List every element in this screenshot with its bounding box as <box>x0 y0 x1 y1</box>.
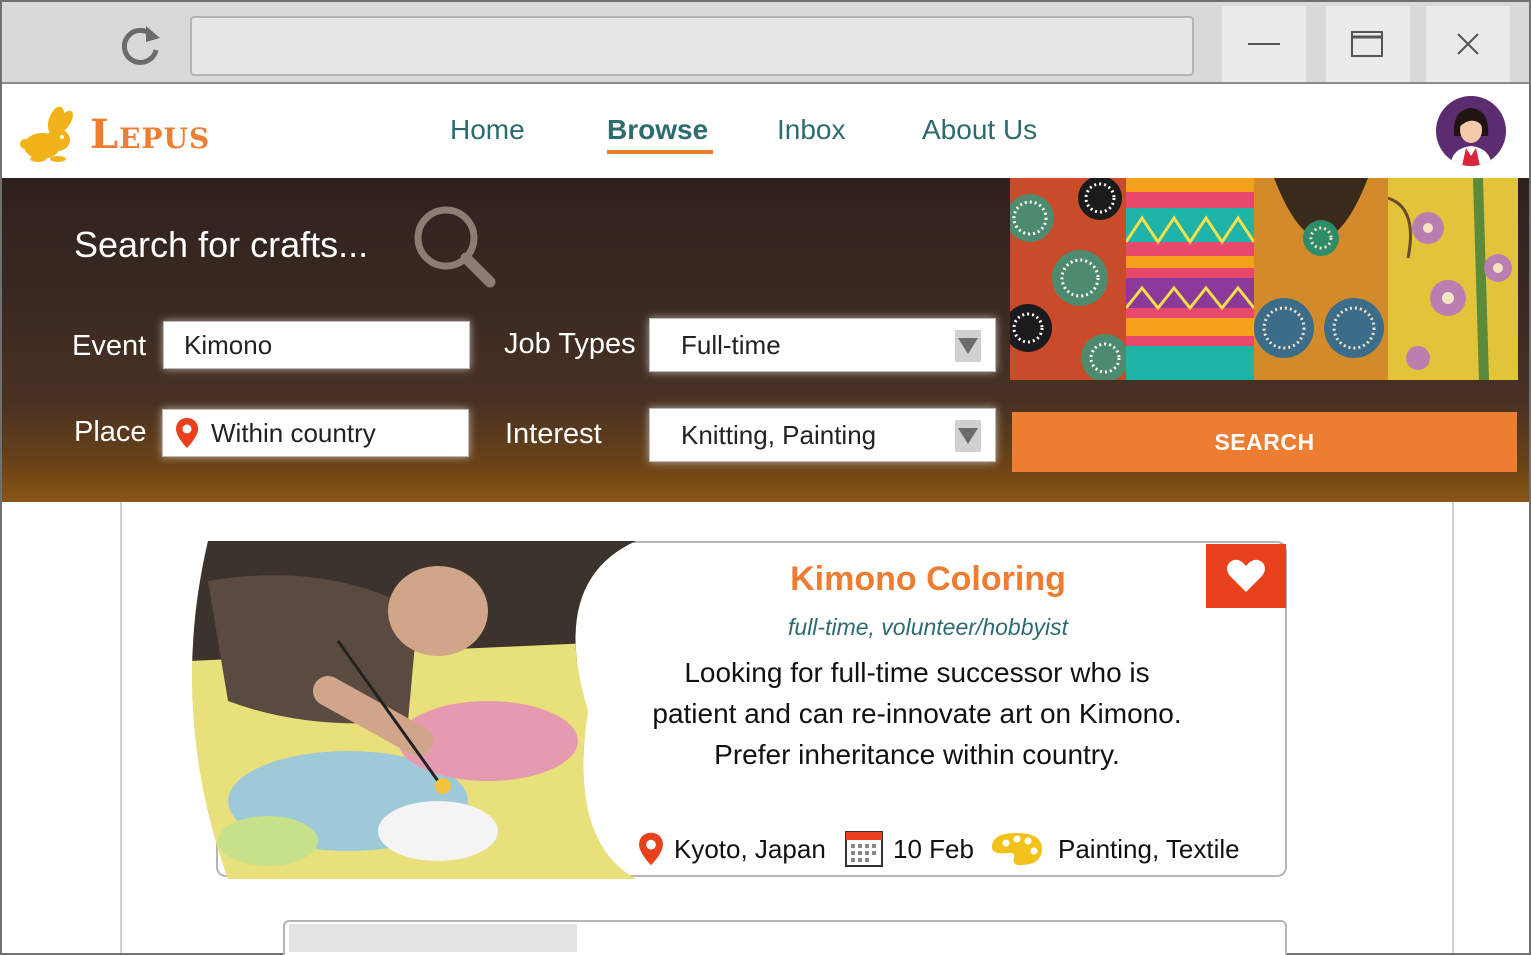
location-pin-icon <box>639 832 663 866</box>
listing-image-placeholder <box>289 924 577 952</box>
logo-text: Lepus <box>90 110 211 158</box>
listing-title[interactable]: Kimono Coloring <box>628 560 1228 599</box>
listing-description-line: Looking for full-time successor who is <box>684 657 1150 688</box>
search-button[interactable]: SEARCH <box>1012 412 1517 472</box>
listing-date-text: 10 Feb <box>893 833 974 864</box>
place-input[interactable]: Within country <box>162 409 469 457</box>
minimize-icon <box>1248 43 1280 45</box>
pattern-image <box>1010 178 1126 380</box>
listing-categories: Painting, Textile <box>990 826 1240 872</box>
close-button[interactable] <box>1426 6 1510 82</box>
job-types-select[interactable]: Full-time <box>649 318 996 372</box>
maximize-button[interactable] <box>1326 6 1410 82</box>
listing-date: 10 Feb <box>845 826 974 872</box>
rabbit-logo-icon <box>20 106 73 162</box>
nav-inbox[interactable]: Inbox <box>777 114 846 146</box>
pattern-image <box>1388 178 1518 380</box>
job-types-value: Full-time <box>681 329 781 360</box>
event-input[interactable]: Kimono <box>163 321 470 369</box>
search-icon[interactable] <box>410 202 500 292</box>
interest-value: Knitting, Painting <box>681 419 877 450</box>
pattern-image <box>1254 178 1388 380</box>
minimize-button[interactable] <box>1222 6 1306 82</box>
listing-description: Looking for full-time successor who is p… <box>612 652 1222 775</box>
location-pin-icon <box>176 418 198 448</box>
place-input-value: Within country <box>211 417 376 448</box>
listing-location-text: Kyoto, Japan <box>674 833 826 864</box>
calendar-icon <box>845 831 883 867</box>
nav-active-indicator <box>607 150 713 154</box>
interest-select[interactable]: Knitting, Painting <box>649 408 996 462</box>
browser-toolbar <box>2 2 1529 84</box>
listing-location: Kyoto, Japan <box>638 826 826 872</box>
listing-description-line: Prefer inheritance within country. <box>714 739 1120 770</box>
chevron-down-icon[interactable] <box>955 420 981 452</box>
listing-categories-text: Painting, Textile <box>1058 833 1240 864</box>
job-types-label: Job Types <box>504 328 636 360</box>
listing-card[interactable] <box>283 920 1287 955</box>
favorite-button[interactable] <box>1206 544 1286 608</box>
event-label: Event <box>72 330 147 362</box>
search-title: Search for crafts... <box>74 224 369 265</box>
address-bar[interactable] <box>190 16 1194 76</box>
reload-icon[interactable] <box>118 22 164 68</box>
user-avatar[interactable] <box>1436 96 1506 166</box>
listing-photo <box>192 541 636 879</box>
pattern-image <box>1126 178 1254 380</box>
interest-label: Interest <box>505 418 602 450</box>
search-panel: Search for crafts... Event Kimono Place … <box>2 178 1529 502</box>
chevron-down-icon[interactable] <box>955 330 981 362</box>
listing-subtitle: full-time, volunteer/hobbyist <box>788 614 1068 640</box>
maximize-icon <box>1351 31 1383 57</box>
event-input-value: Kimono <box>184 329 273 360</box>
listing-description-line: patient and can re-innovate art on Kimon… <box>652 698 1182 729</box>
app-header: Lepus Home Browse Inbox About Us <box>2 86 1529 178</box>
place-label: Place <box>74 416 147 448</box>
heart-icon <box>1227 559 1265 592</box>
close-icon <box>1457 33 1479 55</box>
nav-home[interactable]: Home <box>450 114 525 146</box>
nav-browse[interactable]: Browse <box>607 114 708 146</box>
logo[interactable]: Lepus <box>20 106 210 162</box>
nav-about-us[interactable]: About Us <box>922 114 1037 146</box>
craft-pattern-images <box>1010 178 1518 380</box>
paint-palette-icon <box>992 833 1042 865</box>
